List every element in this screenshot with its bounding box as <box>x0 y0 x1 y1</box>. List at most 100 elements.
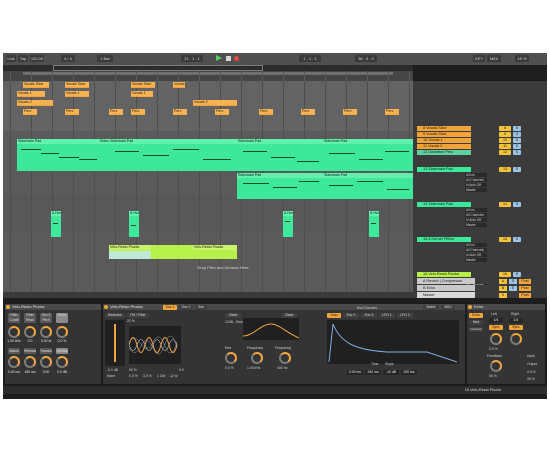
clip-vocals-1[interactable]: Vocals 1 <box>131 91 153 97</box>
loop-start-field[interactable]: 1 . 1 . 1 <box>299 55 321 62</box>
key-map-button[interactable]: KEY <box>473 55 485 62</box>
solo-button[interactable]: S <box>513 167 521 172</box>
post-fader-toggle[interactable]: Post <box>519 285 531 291</box>
frequency-knob[interactable] <box>251 352 263 364</box>
clip-perc[interactable]: Perc <box>301 109 315 115</box>
tab-lfo-1[interactable]: LFO 1 <box>379 313 395 318</box>
master-track[interactable]: Master 0 Post <box>413 292 547 298</box>
post-fader-toggle[interactable]: Post <box>519 278 531 284</box>
play-icon[interactable] <box>216 55 222 61</box>
clip-perc[interactable]: Perc <box>23 109 37 115</box>
tab-character[interactable]: Character <box>469 327 483 332</box>
macro-knob[interactable] <box>24 356 36 368</box>
output-menu[interactable]: Master <box>465 188 487 192</box>
clip-velo-resto-plucks[interactable]: Velo-Resto Plucks <box>193 245 237 259</box>
left-offset-knob[interactable] <box>490 333 502 345</box>
beat-time-ruler[interactable] <box>3 71 413 81</box>
macro-knob[interactable] <box>40 326 52 338</box>
track-activator[interactable]: 0 <box>499 292 507 298</box>
input-type-menu[interactable]: All Ins <box>465 173 487 177</box>
attack-value[interactable]: 0.00 ms <box>347 370 363 375</box>
device-title[interactable]: Velo-Resto Plucks <box>5 304 101 310</box>
track-activator[interactable]: 9 <box>499 132 511 137</box>
left-sync-button[interactable]: Sync <box>489 325 503 330</box>
clip-hornet[interactable]: A Hor <box>369 211 379 237</box>
track-activator[interactable]: 16 <box>499 272 511 277</box>
clip-perc[interactable]: Perc <box>173 109 187 115</box>
feedback-knob[interactable] <box>490 360 502 372</box>
clip-vocals-1[interactable]: Vocals 1 <box>17 91 45 97</box>
clip-vocals-1[interactable]: Vocals 1 <box>65 91 89 97</box>
midi-map-button[interactable]: MIDI <box>487 55 501 62</box>
track-activator[interactable]: 12 <box>499 150 511 155</box>
clip-perc[interactable]: Perc <box>131 109 145 115</box>
solo-button[interactable]: S <box>513 132 521 137</box>
song-position-field[interactable]: 21 . 1 . 1 <box>181 55 203 62</box>
time-signature-field[interactable]: 4 / 4 <box>61 55 75 62</box>
wavetable-device[interactable]: Velo-Resto Plucks Osc 1 Osc 2 Sub Distor… <box>103 304 465 384</box>
macro-knob[interactable] <box>40 356 52 368</box>
tab-sub[interactable]: Sub <box>195 304 207 310</box>
clip-sidechain-pad[interactable]: Sidechain Pad <box>237 173 323 199</box>
tab-echo[interactable]: Echo <box>469 313 483 318</box>
track-header[interactable]: 13 Sidechain Pad All Ins All Channels In… <box>417 167 544 201</box>
tempo-field[interactable]: 120.00 <box>30 55 44 62</box>
res-knob[interactable] <box>225 352 237 364</box>
track-name[interactable]: 14 Sidechain Pad <box>417 202 471 207</box>
clip-perc[interactable]: Perc <box>65 109 79 115</box>
macro-knob[interactable] <box>8 326 20 338</box>
return-track-b[interactable]: B Echo B S Post <box>413 285 547 291</box>
tab-lfo-2[interactable]: LFO 2 <box>397 313 413 318</box>
track-activator[interactable]: 8 <box>499 126 511 131</box>
device-title[interactable]: Echo <box>467 304 545 310</box>
clip-sidechain-pad[interactable]: Sidechain Pad <box>323 173 413 199</box>
input-channel-menu[interactable]: All Channels <box>465 213 487 217</box>
track-name[interactable]: 12 Distortion Perc <box>417 150 471 155</box>
monitor-switch[interactable]: In Auto Off <box>465 253 487 257</box>
release-value[interactable]: 200 ms <box>401 370 417 375</box>
arrangement-view[interactable]: Vocals Slice Vocals Slice Vocals Slice V… <box>3 81 413 292</box>
track-activator[interactable]: B <box>499 285 507 291</box>
tab-midi[interactable]: MIDI <box>441 304 455 310</box>
clip-selection[interactable] <box>109 251 151 259</box>
macro-knob[interactable] <box>56 326 68 338</box>
solo-button[interactable]: S <box>513 202 521 207</box>
tap-tempo-button[interactable]: Tap <box>18 55 28 62</box>
clip-vocals-slice[interactable]: Vocals Slice <box>65 82 89 88</box>
solo-button[interactable]: S <box>509 285 517 291</box>
time-ruler[interactable] <box>3 292 413 298</box>
clip-hornet[interactable]: A Hor <box>283 211 293 237</box>
power-icon[interactable] <box>104 305 108 309</box>
clip-vocals-slice[interactable]: Vocals Slice <box>173 82 185 88</box>
post-fader-toggle[interactable]: Post <box>519 292 531 298</box>
echo-device[interactable]: Echo Echo Mod Character Left Right 1/4 1… <box>467 304 545 384</box>
track-header[interactable]: 14 Sidechain Pad All Ins All Channels In… <box>417 202 544 236</box>
track-activator[interactable]: 15 <box>499 237 511 242</box>
clip-sidechain-pad[interactable]: Sidechain Pad <box>109 139 237 171</box>
clip-hornet[interactable]: A Hor <box>51 211 61 237</box>
right-sync-button[interactable]: Sync <box>509 325 523 330</box>
input-channel-menu[interactable]: All Channels <box>465 178 487 182</box>
input-type-menu[interactable]: All Ins <box>465 208 487 212</box>
track-name[interactable]: 9 Vocals Slice <box>417 132 471 137</box>
output-menu[interactable]: Master <box>465 258 487 262</box>
right-time[interactable]: 1/4 <box>509 318 523 323</box>
clip-sidechain-pad[interactable]: Sidechain Pad <box>99 139 109 171</box>
track-name[interactable]: 15 A Hornet Pitline <box>417 237 471 242</box>
tab-matrix[interactable]: Matrix <box>423 304 439 310</box>
clip-perc[interactable]: Perc <box>343 109 357 115</box>
track-name[interactable]: 16 Velo-Resto Plucks <box>417 272 471 277</box>
clip-perc[interactable]: Perc <box>259 109 273 115</box>
track-activator[interactable]: 11 <box>499 144 511 149</box>
left-time[interactable]: 1/4 <box>489 318 503 323</box>
return-track-a[interactable]: A Reverb | Compressor A S Post <box>413 278 547 284</box>
wavetable-display[interactable] <box>128 326 181 364</box>
solo-button[interactable]: S <box>513 272 521 277</box>
monitor-switch[interactable]: In Auto Off <box>465 218 487 222</box>
tab-osc[interactable]: Osc 1 <box>163 304 177 310</box>
track-name[interactable]: 13 Sidechain Pad <box>417 167 471 172</box>
track-activator[interactable]: 13 <box>499 167 511 172</box>
solo-button[interactable]: S <box>513 144 521 149</box>
clip-velo-resto-plucks[interactable] <box>151 245 193 259</box>
solo-button[interactable]: S <box>509 278 517 284</box>
